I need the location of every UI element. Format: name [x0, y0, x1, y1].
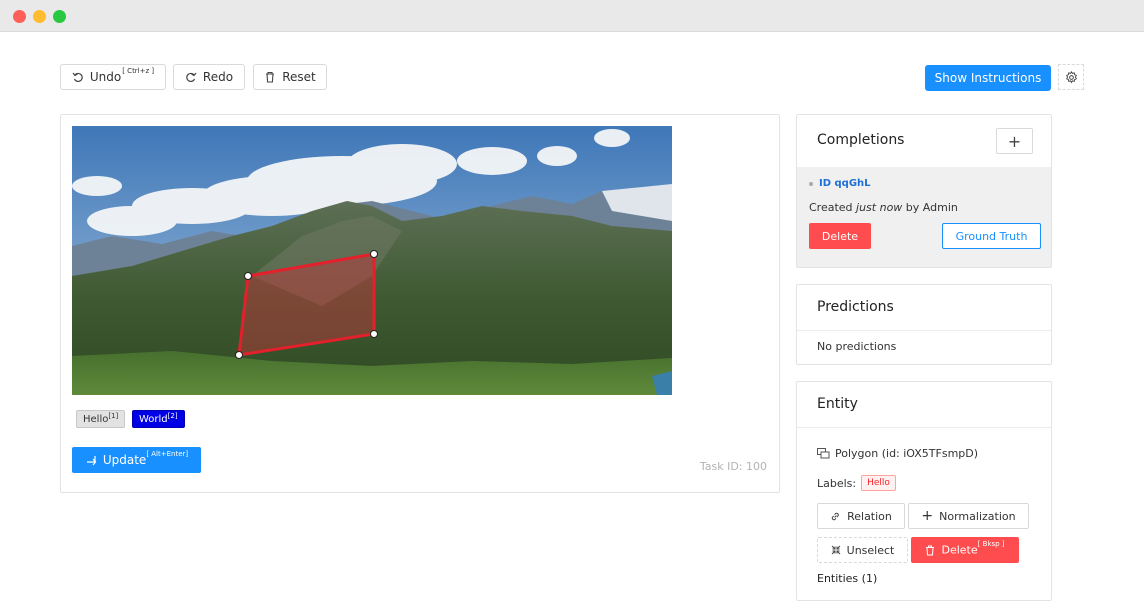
- created-suffix: by Admin: [902, 201, 958, 214]
- normalization-button[interactable]: + Normalization: [908, 503, 1029, 529]
- unselect-button[interactable]: Unselect: [817, 537, 908, 563]
- gear-icon: [1065, 70, 1077, 83]
- relation-label: Relation: [847, 509, 892, 523]
- label-hello-text: Hello: [83, 413, 109, 425]
- completions-title: Completions: [817, 132, 905, 148]
- enter-icon: [86, 456, 97, 466]
- delete-entity-button[interactable]: Delete[ Bksp ]: [911, 537, 1019, 563]
- unselect-label: Unselect: [846, 543, 895, 557]
- show-instructions-button[interactable]: Show Instructions: [925, 65, 1051, 91]
- polygon-vertex[interactable]: [370, 250, 378, 258]
- completion-created: Created just now by Admin: [809, 201, 958, 214]
- normalization-label: Normalization: [939, 509, 1016, 523]
- divider: [797, 330, 1051, 331]
- delete-completion-button[interactable]: Delete: [809, 223, 871, 249]
- undo-shortcut: [ Ctrl+z ]: [122, 67, 155, 75]
- label-hello[interactable]: Hello [1]: [76, 410, 126, 428]
- settings-button[interactable]: [1058, 64, 1084, 90]
- completion-id: ID qqGhL: [809, 178, 871, 189]
- completion-id-text: ID qqGhL: [819, 178, 871, 189]
- relation-button[interactable]: Relation: [817, 503, 905, 529]
- update-label: Update: [102, 453, 147, 467]
- entity-title: Entity: [817, 396, 858, 412]
- label-world-hotkey: [2]: [167, 412, 178, 420]
- entity-label-badge: Hello: [861, 475, 896, 491]
- window-titlebar: [0, 0, 1144, 32]
- divider: [797, 427, 1051, 428]
- add-completion-button[interactable]: +: [996, 128, 1033, 154]
- polygon-icon: [817, 448, 830, 459]
- annotation-panel: Hello [1] World [2] Update[ Alt+Enter] Tas…: [60, 114, 780, 493]
- created-prefix: Created: [809, 201, 857, 214]
- show-instructions-label: Show Instructions: [934, 71, 1042, 85]
- polygon-vertex[interactable]: [244, 272, 252, 280]
- close-window-button[interactable]: [13, 10, 26, 23]
- redo-button[interactable]: Redo: [173, 64, 245, 90]
- entity-region: Polygon (id: iOX5TFsmpD): [817, 447, 978, 460]
- created-time: just now: [856, 201, 903, 214]
- bullet-icon: [809, 181, 813, 186]
- entity-labels: Labels: Hello: [817, 475, 896, 491]
- entity-labels-prefix: Labels:: [817, 476, 857, 490]
- delete-completion-label: Delete: [821, 229, 859, 243]
- link-icon: [831, 512, 839, 520]
- update-shortcut: [ Alt+Enter]: [146, 450, 189, 458]
- redo-icon: [186, 72, 197, 83]
- maximize-window-button[interactable]: [53, 10, 66, 23]
- update-button[interactable]: Update[ Alt+Enter]: [72, 447, 201, 473]
- predictions-panel: Predictions No predictions: [796, 284, 1052, 365]
- delete-entity-label: Delete: [941, 543, 978, 557]
- polygon-vertex[interactable]: [370, 330, 378, 338]
- entities-count: Entities (1): [817, 572, 878, 585]
- ground-truth-button[interactable]: Ground Truth: [942, 223, 1041, 249]
- trash-icon: [266, 71, 275, 83]
- label-hello-hotkey: [1]: [108, 412, 119, 420]
- task-id: Task ID: 100: [699, 460, 767, 473]
- reset-label: Reset: [282, 70, 316, 84]
- undo-button[interactable]: Undo[ Ctrl+z ]: [60, 64, 166, 90]
- no-predictions-text: No predictions: [817, 340, 897, 353]
- completions-panel: Completions + ID qqGhL Created just now …: [796, 114, 1052, 268]
- annotation-image[interactable]: [72, 126, 672, 395]
- minimize-window-button[interactable]: [33, 10, 46, 23]
- plus-icon: +: [1007, 131, 1022, 151]
- delete-entity-shortcut: [ Bksp ]: [977, 540, 1005, 549]
- plus-icon: +: [921, 508, 934, 524]
- label-world-text: World: [139, 413, 168, 425]
- undo-label: Undo: [89, 70, 122, 84]
- undo-icon: [72, 72, 83, 83]
- reset-button[interactable]: Reset: [253, 64, 327, 90]
- completion-item[interactable]: ID qqGhL Created just now by Admin Delet…: [797, 167, 1051, 267]
- predictions-title: Predictions: [817, 299, 894, 315]
- trash-icon: [926, 545, 935, 555]
- entity-region-text: Polygon (id: iOX5TFsmpD): [835, 447, 979, 460]
- ground-truth-label: Ground Truth: [955, 229, 1028, 243]
- label-world[interactable]: World [2]: [132, 410, 185, 428]
- redo-label: Redo: [202, 70, 234, 84]
- entity-panel: Entity Polygon (id: iOX5TFsmpD) Labels: …: [796, 381, 1052, 601]
- shrink-icon: [831, 545, 840, 555]
- polygon-vertex[interactable]: [235, 351, 243, 359]
